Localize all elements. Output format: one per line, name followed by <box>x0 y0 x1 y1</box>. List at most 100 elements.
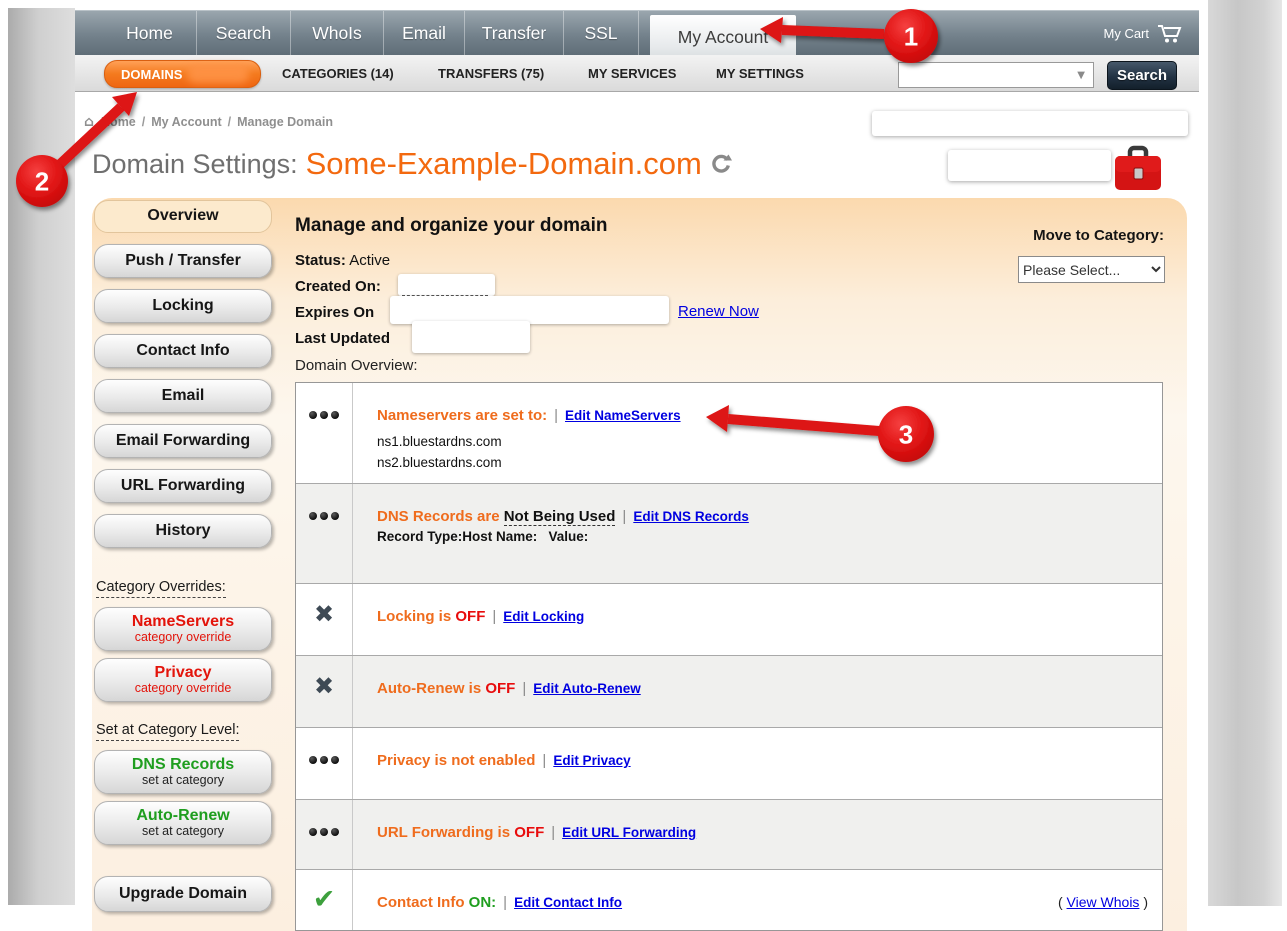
subnav-item-my-services[interactable]: MY SERVICES <box>588 55 676 92</box>
dns-record-headers: Record Type:Host Name: Value: <box>377 529 1162 544</box>
top-nav-tab-search[interactable]: Search <box>197 11 291 55</box>
nameserver-value: ns1.bluestardns.com <box>377 431 1162 452</box>
overview-row-edit-nameservers: Nameservers are set to:|Edit NameServers… <box>296 383 1162 484</box>
subnav-item-domains[interactable]: DOMAINS <box>104 60 261 88</box>
breadcrumb-separator: / <box>228 115 231 129</box>
subnav-item-my-settings[interactable]: MY SETTINGS <box>716 55 804 92</box>
top-nav-tab-whois[interactable]: WhoIs <box>291 11 384 55</box>
top-nav-tab-transfer[interactable]: Transfer <box>465 11 564 55</box>
redacted-box-top <box>872 111 1188 136</box>
sidebar-override-nameservers[interactable]: NameServerscategory override <box>94 607 272 651</box>
category-select[interactable]: Please Select... <box>1018 256 1165 283</box>
breadcrumb-item-manage-domain[interactable]: Manage Domain <box>237 115 333 129</box>
domain-manager-page: HomeSearchWhoIsEmailTransferSSL My Cart … <box>0 0 1287 931</box>
sidebar-category-dns-records[interactable]: DNS Recordsset at category <box>94 750 272 794</box>
my-cart-button[interactable]: My Cart <box>1104 11 1184 56</box>
sidebar-item-contact-info-label: Contact Info <box>136 343 229 360</box>
x-mark-icon: ✖ <box>314 672 334 727</box>
separator: | <box>551 824 555 841</box>
sidebar-override-nameservers-sublabel: category override <box>135 631 232 644</box>
page-title: Domain Settings: <box>92 149 298 180</box>
overview-row-edit-privacy: Privacy is not enabled|Edit Privacy <box>296 728 1162 800</box>
sidebar-item-history[interactable]: History <box>94 514 272 548</box>
separator: | <box>622 508 626 525</box>
breadcrumb-item-home[interactable]: Home <box>101 115 136 129</box>
section-heading: Manage and organize your domain <box>295 215 608 237</box>
toolbox-icon[interactable] <box>1112 145 1164 193</box>
check-mark-icon: ✔ <box>313 884 336 931</box>
sidebar-item-locking[interactable]: Locking <box>94 289 272 323</box>
sidebar-item-overview[interactable]: Overview <box>94 200 272 233</box>
redacted-updated-date <box>412 321 530 353</box>
top-nav-tab-home[interactable]: Home <box>103 11 197 55</box>
overview-row-edit-locking: ✖Locking is OFF|Edit Locking <box>296 584 1162 656</box>
edit-locking-link[interactable]: Edit Locking <box>503 609 584 624</box>
domain-overview-label: Domain Overview: <box>295 357 418 374</box>
ellipsis-icon <box>309 411 339 419</box>
status-value: Active <box>349 252 390 269</box>
domain-search-input[interactable]: ▼ <box>898 62 1094 88</box>
top-nav-tabs: HomeSearchWhoIsEmailTransferSSL <box>75 11 639 55</box>
separator: | <box>492 608 496 625</box>
expires-label: Expires On <box>295 304 374 321</box>
renew-now-link[interactable]: Renew Now <box>678 303 759 320</box>
sidebar-item-url-forwarding-label: URL Forwarding <box>121 478 245 495</box>
domain-name: Some-Example-Domain.com <box>306 146 702 182</box>
sidebar-override-privacy-sublabel: category override <box>135 682 232 695</box>
row-title: Nameservers are set to:|Edit NameServers <box>377 407 1162 424</box>
ellipsis-icon <box>309 512 339 520</box>
sidebar-category-auto-renew[interactable]: Auto-Renewset at category <box>94 801 272 845</box>
top-nav-tab-ssl[interactable]: SSL <box>564 11 639 55</box>
page-title-row: Domain Settings: Some-Example-Domain.com <box>92 146 732 182</box>
my-cart-label: My Cart <box>1104 26 1150 41</box>
search-button[interactable]: Search <box>1107 61 1177 90</box>
sidebar-item-overview-label: Overview <box>147 208 218 225</box>
sidebar-item-email[interactable]: Email <box>94 379 272 413</box>
top-navigation-bar: HomeSearchWhoIsEmailTransferSSL My Cart <box>75 10 1199 55</box>
breadcrumb-item-my-account[interactable]: My Account <box>151 115 221 129</box>
edit-dns-records-link[interactable]: Edit DNS Records <box>633 509 749 524</box>
top-nav-tab-email[interactable]: Email <box>384 11 465 55</box>
sub-navigation-bar: DOMAINS CATEGORIES (14) TRANSFERS (75) MY … <box>75 55 1199 92</box>
tab-my-account[interactable]: My Account <box>650 15 796 60</box>
overview-row-edit-dns-records: DNS Records are Not Being Used|Edit DNS … <box>296 484 1162 584</box>
domain-overview-table: Nameservers are set to:|Edit NameServers… <box>295 382 1163 931</box>
edit-url-forwarding-link[interactable]: Edit URL Forwarding <box>562 825 696 840</box>
sidebar-override-privacy-label: Privacy <box>155 665 212 682</box>
sidebar-item-contact-info[interactable]: Contact Info <box>94 334 272 368</box>
sidebar-item-url-forwarding[interactable]: URL Forwarding <box>94 469 272 503</box>
edit-auto-renew-link[interactable]: Edit Auto-Renew <box>533 681 641 696</box>
sidebar-override-privacy[interactable]: Privacycategory override <box>94 658 272 702</box>
edit-nameservers-link[interactable]: Edit NameServers <box>565 408 681 423</box>
created-line: Created On: <box>295 278 381 295</box>
edit-contact-info-link[interactable]: Edit Contact Info <box>514 895 622 910</box>
separator: | <box>542 752 546 769</box>
set-at-category-label: Set at Category Level: <box>96 722 239 741</box>
row-title: Privacy is not enabled|Edit Privacy <box>377 752 1162 769</box>
view-whois-link[interactable]: View Whois <box>1067 894 1140 910</box>
edit-privacy-link[interactable]: Edit Privacy <box>553 753 630 768</box>
upgrade-domain-button-label: Upgrade Domain <box>119 886 247 903</box>
domains-label: DOMAINS <box>121 67 182 82</box>
redacted-expire-date <box>390 296 669 324</box>
sidebar-item-locking-label: Locking <box>152 298 213 315</box>
updated-line: Last Updated <box>295 330 390 347</box>
renew-now-wrap: Renew Now <box>678 303 759 321</box>
chevron-down-icon[interactable]: ▼ <box>1077 70 1085 81</box>
status-line: Status: Active <box>295 252 390 269</box>
sidebar-item-history-label: History <box>155 523 210 540</box>
redacted-created-date <box>398 274 495 296</box>
upgrade-domain-button[interactable]: Upgrade Domain <box>94 876 272 912</box>
sidebar: Overview Push / Transfer Locking Contact In… <box>94 200 272 923</box>
sidebar-category-dns-records-sublabel: set at category <box>142 774 224 787</box>
sidebar-item-email-forwarding[interactable]: Email Forwarding <box>94 424 272 458</box>
x-mark-icon: ✖ <box>314 600 334 655</box>
home-icon: ⌂ <box>84 114 94 130</box>
row-title: Locking is OFF|Edit Locking <box>377 608 1162 625</box>
subnav-item-transfers-75[interactable]: TRANSFERS (75) <box>438 55 544 92</box>
refresh-icon[interactable] <box>710 153 732 175</box>
sidebar-category-dns-records-label: DNS Records <box>132 757 234 774</box>
breadcrumb-separator: / <box>142 115 145 129</box>
sidebar-item-push-transfer[interactable]: Push / Transfer <box>94 244 272 278</box>
subnav-item-categories-14[interactable]: CATEGORIES (14) <box>282 55 394 92</box>
